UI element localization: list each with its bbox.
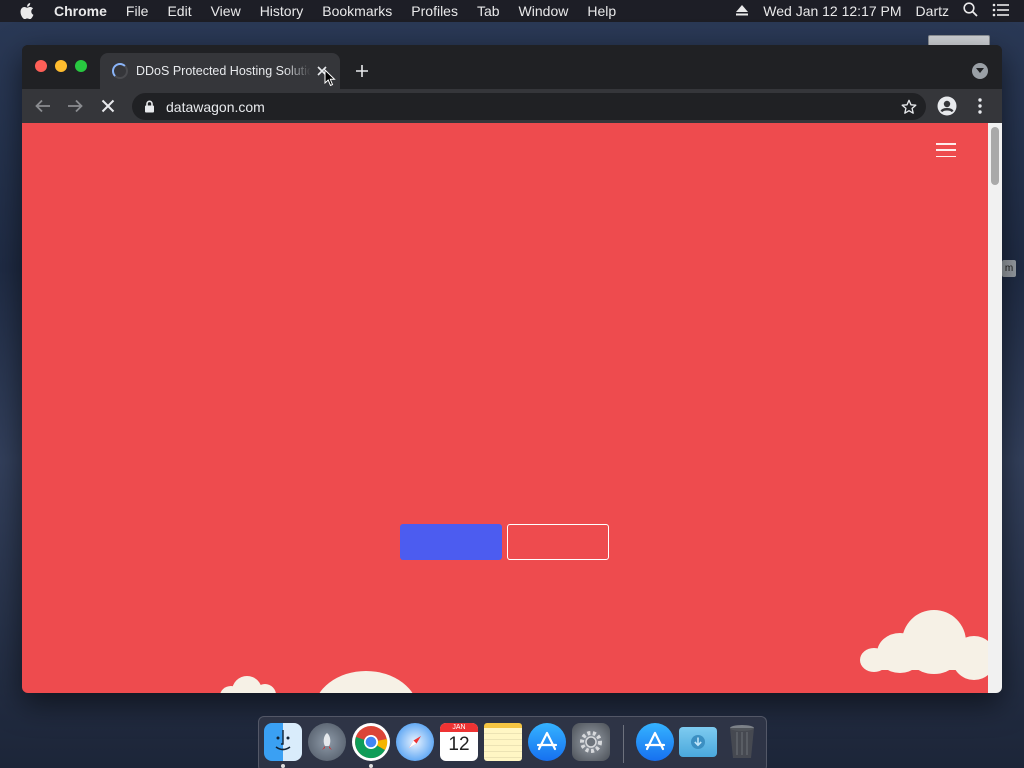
secondary-cta-button[interactable] (507, 524, 609, 560)
calendar-icon[interactable]: JAN 12 (440, 723, 478, 761)
spotlight-search-icon[interactable] (963, 2, 978, 20)
profile-avatar-icon[interactable] (935, 95, 959, 117)
page-scrollbar[interactable] (988, 123, 1002, 693)
forward-arrow-icon[interactable] (63, 95, 87, 117)
window-minimize-button[interactable] (55, 60, 67, 72)
bookmark-star-icon[interactable] (900, 98, 918, 116)
menu-user[interactable]: Dartz (916, 3, 949, 19)
calendar-day: 12 (448, 734, 470, 755)
app-store-download-icon[interactable] (636, 723, 674, 761)
menu-profiles[interactable]: Profiles (411, 3, 458, 19)
menu-app-chrome[interactable]: Chrome (54, 3, 107, 19)
tab-strip: DDoS Protected Hosting Solutions (22, 45, 1002, 89)
address-bar[interactable]: datawagon.com (132, 93, 926, 120)
primary-cta-button[interactable] (400, 524, 502, 560)
tab-title: DDoS Protected Hosting Solutions (136, 64, 311, 78)
new-tab-button[interactable] (352, 61, 372, 81)
finder-icon[interactable] (264, 723, 302, 761)
back-arrow-icon[interactable] (31, 95, 55, 117)
browser-toolbar: datawagon.com (22, 89, 1002, 123)
tab-search-icon[interactable] (972, 63, 988, 79)
menu-help[interactable]: Help (587, 3, 616, 19)
dock-separator (623, 725, 624, 763)
menu-file[interactable]: File (126, 3, 149, 19)
scrollbar-thumb[interactable] (991, 127, 999, 185)
dock: JAN 12 (258, 716, 767, 768)
menu-clock[interactable]: Wed Jan 12 12:17 PM (763, 3, 901, 19)
chrome-icon[interactable] (352, 723, 390, 761)
downloads-folder-icon[interactable] (679, 727, 717, 757)
menu-bar: Chrome File Edit View History Bookmarks … (0, 0, 1024, 22)
menu-view[interactable]: View (211, 3, 241, 19)
chrome-menu-icon[interactable] (968, 95, 992, 117)
hamburger-menu-icon[interactable] (936, 143, 956, 157)
safari-icon[interactable] (396, 723, 434, 761)
window-zoom-button[interactable] (75, 60, 87, 72)
stop-loading-icon[interactable] (96, 95, 120, 117)
menu-bookmarks[interactable]: Bookmarks (322, 3, 392, 19)
menu-history[interactable]: History (260, 3, 304, 19)
menu-window[interactable]: Window (519, 3, 569, 19)
eject-icon[interactable] (735, 3, 749, 19)
menu-tab[interactable]: Tab (477, 3, 500, 19)
url-text[interactable]: datawagon.com (166, 99, 265, 115)
desktop-file-label[interactable]: m (1002, 260, 1016, 277)
browser-window: DDoS Protected Hosting Solutions datawag… (22, 45, 1002, 693)
menu-edit[interactable]: Edit (167, 3, 191, 19)
calendar-month: JAN (440, 723, 478, 732)
notes-icon[interactable] (484, 723, 522, 761)
apple-menu-icon[interactable] (20, 3, 38, 19)
launchpad-icon[interactable] (308, 723, 346, 761)
web-page (22, 123, 988, 693)
trash-icon[interactable] (723, 723, 761, 761)
loading-spinner-icon (112, 63, 128, 79)
notification-center-icon[interactable] (992, 3, 1010, 20)
lock-icon[interactable] (144, 100, 156, 114)
window-close-button[interactable] (35, 60, 47, 72)
app-store-icon[interactable] (528, 723, 566, 761)
system-preferences-icon[interactable] (572, 723, 610, 761)
tab-active[interactable]: DDoS Protected Hosting Solutions (100, 53, 340, 89)
